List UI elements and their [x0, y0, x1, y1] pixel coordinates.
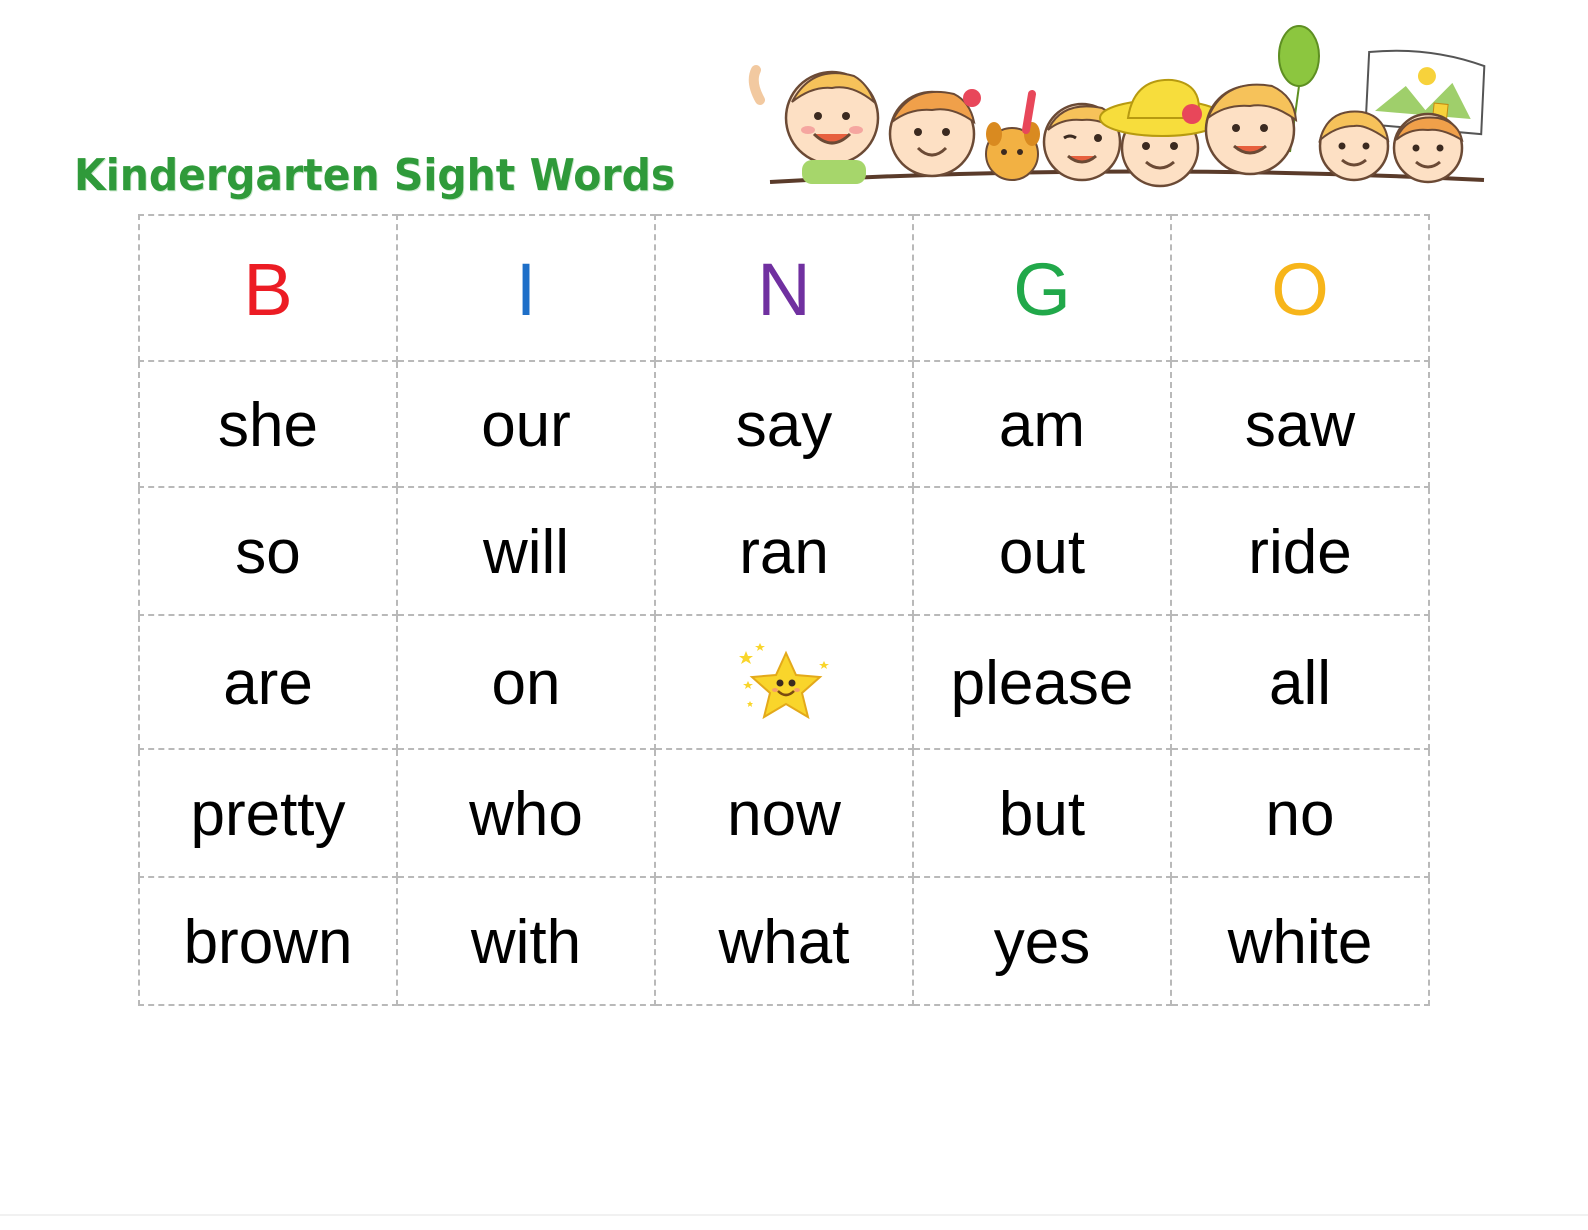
sight-word: but — [998, 780, 1086, 849]
bingo-cell: our — [396, 360, 656, 488]
sight-word: she — [218, 391, 318, 460]
smiling-star-icon — [739, 643, 829, 720]
bingo-row: are on please all — [138, 614, 1430, 750]
bingo-cell: no — [1170, 748, 1430, 878]
bingo-cell: will — [396, 486, 656, 616]
sight-word: our — [481, 391, 571, 460]
sight-word: who — [469, 780, 583, 849]
bingo-header-o: O — [1170, 214, 1430, 362]
sight-word: what — [718, 908, 850, 977]
sight-word: ride — [1248, 518, 1352, 587]
sight-word: white — [1227, 908, 1373, 977]
sight-word: saw — [1244, 391, 1356, 460]
header-letter: O — [1271, 248, 1329, 331]
worksheet-page: Kindergarten Sight Words B I N G O she o… — [0, 0, 1588, 1230]
bingo-cell: am — [912, 360, 1172, 488]
sight-word: with — [470, 908, 582, 977]
bingo-cell: out — [912, 486, 1172, 616]
bingo-cell: please — [912, 614, 1172, 750]
bingo-cell: with — [396, 876, 656, 1006]
bingo-cell: who — [396, 748, 656, 878]
sight-word: no — [1265, 780, 1335, 849]
sight-word: out — [998, 518, 1086, 587]
bingo-cell: saw — [1170, 360, 1430, 488]
sight-word: on — [491, 649, 561, 718]
bingo-header-row: B I N G O — [138, 214, 1430, 362]
bingo-row: brown with what yes white — [138, 876, 1430, 1006]
bingo-free-space — [654, 614, 914, 750]
bingo-cell: all — [1170, 614, 1430, 750]
bingo-cell: yes — [912, 876, 1172, 1006]
bingo-cell: what — [654, 876, 914, 1006]
bingo-header-g: G — [912, 214, 1172, 362]
bingo-row: pretty who now but no — [138, 748, 1430, 878]
sight-word: so — [235, 518, 301, 587]
bingo-cell: ran — [654, 486, 914, 616]
children-peeking-illustration — [748, 25, 1486, 188]
sight-word: now — [727, 780, 841, 849]
bingo-cell: brown — [138, 876, 398, 1006]
bingo-cell: white — [1170, 876, 1430, 1006]
sight-word: yes — [993, 908, 1091, 977]
sight-word: please — [950, 649, 1134, 718]
sight-word: ran — [739, 518, 829, 587]
sight-word: all — [1268, 649, 1332, 718]
header-letter: I — [515, 248, 537, 331]
bingo-cell: ride — [1170, 486, 1430, 616]
header-letter: B — [243, 248, 293, 331]
header-letter: G — [1013, 248, 1071, 331]
bingo-cell: are — [138, 614, 398, 750]
page-title: Kindergarten Sight Words — [74, 150, 676, 201]
bingo-row: she our say am saw — [138, 360, 1430, 488]
bingo-row: so will ran out ride — [138, 486, 1430, 616]
bingo-cell: so — [138, 486, 398, 616]
bingo-cell: she — [138, 360, 398, 488]
bingo-cell: now — [654, 748, 914, 878]
bingo-cell: say — [654, 360, 914, 488]
bingo-cell: but — [912, 748, 1172, 878]
sight-word: will — [482, 518, 570, 587]
sight-word: pretty — [190, 780, 346, 849]
bingo-header-b: B — [138, 214, 398, 362]
bingo-header-n: N — [654, 214, 914, 362]
page-bottom-edge — [0, 1214, 1588, 1216]
bingo-card: B I N G O she our say am saw so will ran… — [138, 214, 1430, 1006]
header-letter: N — [757, 248, 811, 331]
bingo-cell: on — [396, 614, 656, 750]
sight-word: say — [735, 391, 833, 460]
sight-word: are — [223, 649, 313, 718]
sight-word: brown — [183, 908, 353, 977]
bingo-header-i: I — [396, 214, 656, 362]
sight-word: am — [998, 391, 1086, 460]
bingo-cell: pretty — [138, 748, 398, 878]
